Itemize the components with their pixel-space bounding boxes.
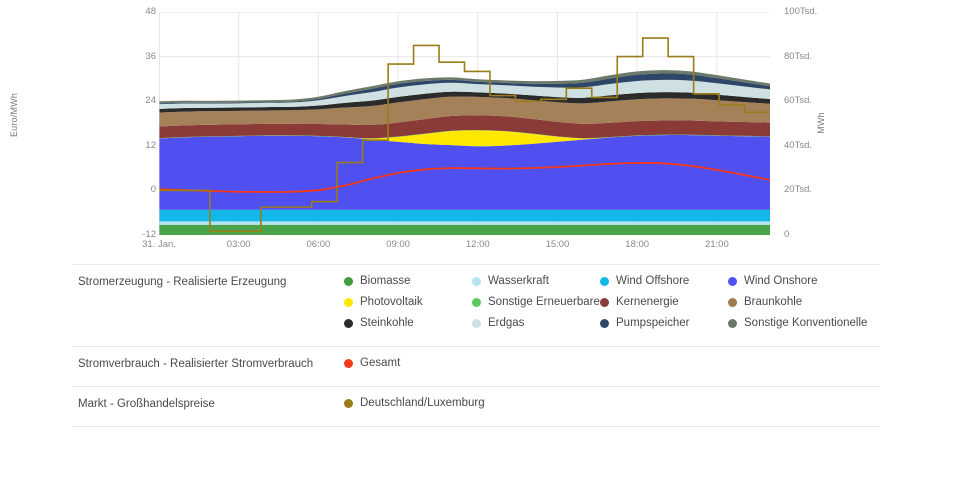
left-axis-title: Euro/MWh (9, 92, 20, 138)
y-tick-left: 24 (145, 95, 156, 107)
legend-item[interactable]: Biomasse (344, 274, 472, 288)
legend-item[interactable]: Steinkohle (344, 316, 472, 330)
legend-item[interactable]: Sonstige Konventionelle (728, 316, 867, 330)
legend-item-label: Photovoltaik (360, 296, 423, 308)
y-tick-right: 0 (784, 229, 790, 240)
legend-item-label: Sonstige Konventionelle (744, 317, 868, 329)
legend-items: Biomasse Wasserkraft Wind Offshore Wind Ons… (344, 274, 880, 337)
area-series (159, 224, 770, 235)
y-tick-right: 40Tsd. (784, 139, 812, 151)
y-tick-right: 60Tsd. (784, 95, 812, 107)
legend-color-dot-icon (472, 297, 481, 307)
legend-color-dot-icon (728, 318, 737, 328)
legend-row: Stromverbrauch - Realisierter Stromverbr… (72, 346, 880, 386)
stacked-area-series (159, 70, 770, 235)
legend-color-dot-icon (344, 398, 353, 408)
legend-item-label: Pumpspeicher (616, 317, 690, 329)
x-tick: 06:00 (306, 239, 331, 250)
legend-category-label: Stromerzeugung - Realisierte Erzeugung (78, 276, 287, 288)
right-axis-title: MWh (815, 112, 826, 134)
legend-item[interactable]: Sonstige Erneuerbare (472, 295, 600, 309)
x-tick: 03:00 (226, 239, 251, 250)
area-series (159, 135, 770, 210)
x-tick: 18:00 (625, 239, 650, 250)
y-tick-left: 36 (145, 50, 156, 62)
legend-item[interactable]: Deutschland/Luxemburg (344, 396, 485, 410)
legend-item[interactable]: Wind Offshore (600, 274, 728, 288)
legend-item-label: Steinkohle (360, 317, 414, 329)
legend-item[interactable]: Kernenergie (600, 295, 728, 309)
x-tick: 15:00 (545, 239, 570, 250)
area-series (159, 221, 770, 225)
x-tick: 31. Jan. (142, 239, 176, 250)
legend-item-label: Deutschland/Luxemburg (360, 397, 485, 409)
legend-color-dot-icon (344, 318, 353, 328)
legend-items: Deutschland/Luxemburg (344, 396, 880, 417)
legend-item-label: Erdgas (488, 317, 525, 329)
legend-item[interactable]: Wind Onshore (728, 274, 818, 288)
legend-color-dot-icon (344, 276, 353, 286)
legend-item[interactable]: Photovoltaik (344, 295, 472, 309)
legend-color-dot-icon (472, 318, 481, 328)
legend-color-dot-icon (600, 276, 609, 286)
legend-color-dot-icon (344, 297, 353, 307)
chart-legend: Stromerzeugung - Realisierte Erzeugung Bi… (72, 264, 880, 427)
legend-item-label: Wind Offshore (616, 275, 690, 287)
legend-row: Markt - Großhandelspreise Deutschland/Lux… (72, 386, 880, 427)
legend-item[interactable]: Gesamt (344, 356, 400, 370)
legend-item-label: Kernenergie (616, 296, 679, 308)
legend-item[interactable]: Braunkohle (728, 295, 802, 309)
legend-item-label: Gesamt (360, 357, 401, 369)
plot-area (159, 12, 770, 235)
y-tick-right: 80Tsd. (784, 50, 812, 62)
legend-color-dot-icon (728, 276, 737, 286)
x-tick: 09:00 (386, 239, 410, 250)
legend-color-dot-icon (344, 358, 353, 368)
chart-container: Euro/MWh MWh -12 0 12 24 36 48 0 20Tsd. 40Tsd. 6… (0, 0, 860, 258)
legend-color-dot-icon (728, 297, 737, 307)
x-tick: 12:00 (465, 239, 490, 250)
legend-category-label: Markt - Großhandelspreise (78, 398, 215, 410)
legend-items: Gesamt (344, 356, 880, 377)
legend-category-label: Stromverbrauch - Realisierter Stromverbr… (78, 358, 314, 370)
y-tick-right: 100Tsd. (784, 6, 818, 17)
legend-color-dot-icon (472, 276, 481, 286)
y-tick-left: 48 (145, 6, 156, 17)
y-tick-right: 20Tsd. (784, 184, 812, 196)
legend-item-label: Braunkohle (744, 296, 803, 308)
legend-item-label: Wasserkraft (488, 275, 549, 287)
legend-item[interactable]: Pumpspeicher (600, 316, 728, 330)
legend-row: Stromerzeugung - Realisierte Erzeugung Bi… (72, 264, 880, 346)
legend-item[interactable]: Erdgas (472, 316, 600, 330)
legend-color-dot-icon (600, 297, 609, 307)
y-tick-left: 12 (145, 139, 156, 151)
legend-item-label: Sonstige Erneuerbare (488, 296, 600, 308)
legend-item-label: Biomasse (360, 275, 411, 287)
legend-item-label: Wind Onshore (744, 275, 818, 287)
area-series (159, 209, 770, 222)
legend-color-dot-icon (600, 318, 609, 328)
x-tick: 21:00 (704, 239, 729, 250)
legend-item[interactable]: Wasserkraft (472, 274, 600, 288)
energy-chart-page: Euro/MWh MWh -12 0 12 24 36 48 0 20Tsd. 40Tsd. 6… (0, 0, 960, 500)
y-tick-left: 0 (150, 184, 156, 196)
